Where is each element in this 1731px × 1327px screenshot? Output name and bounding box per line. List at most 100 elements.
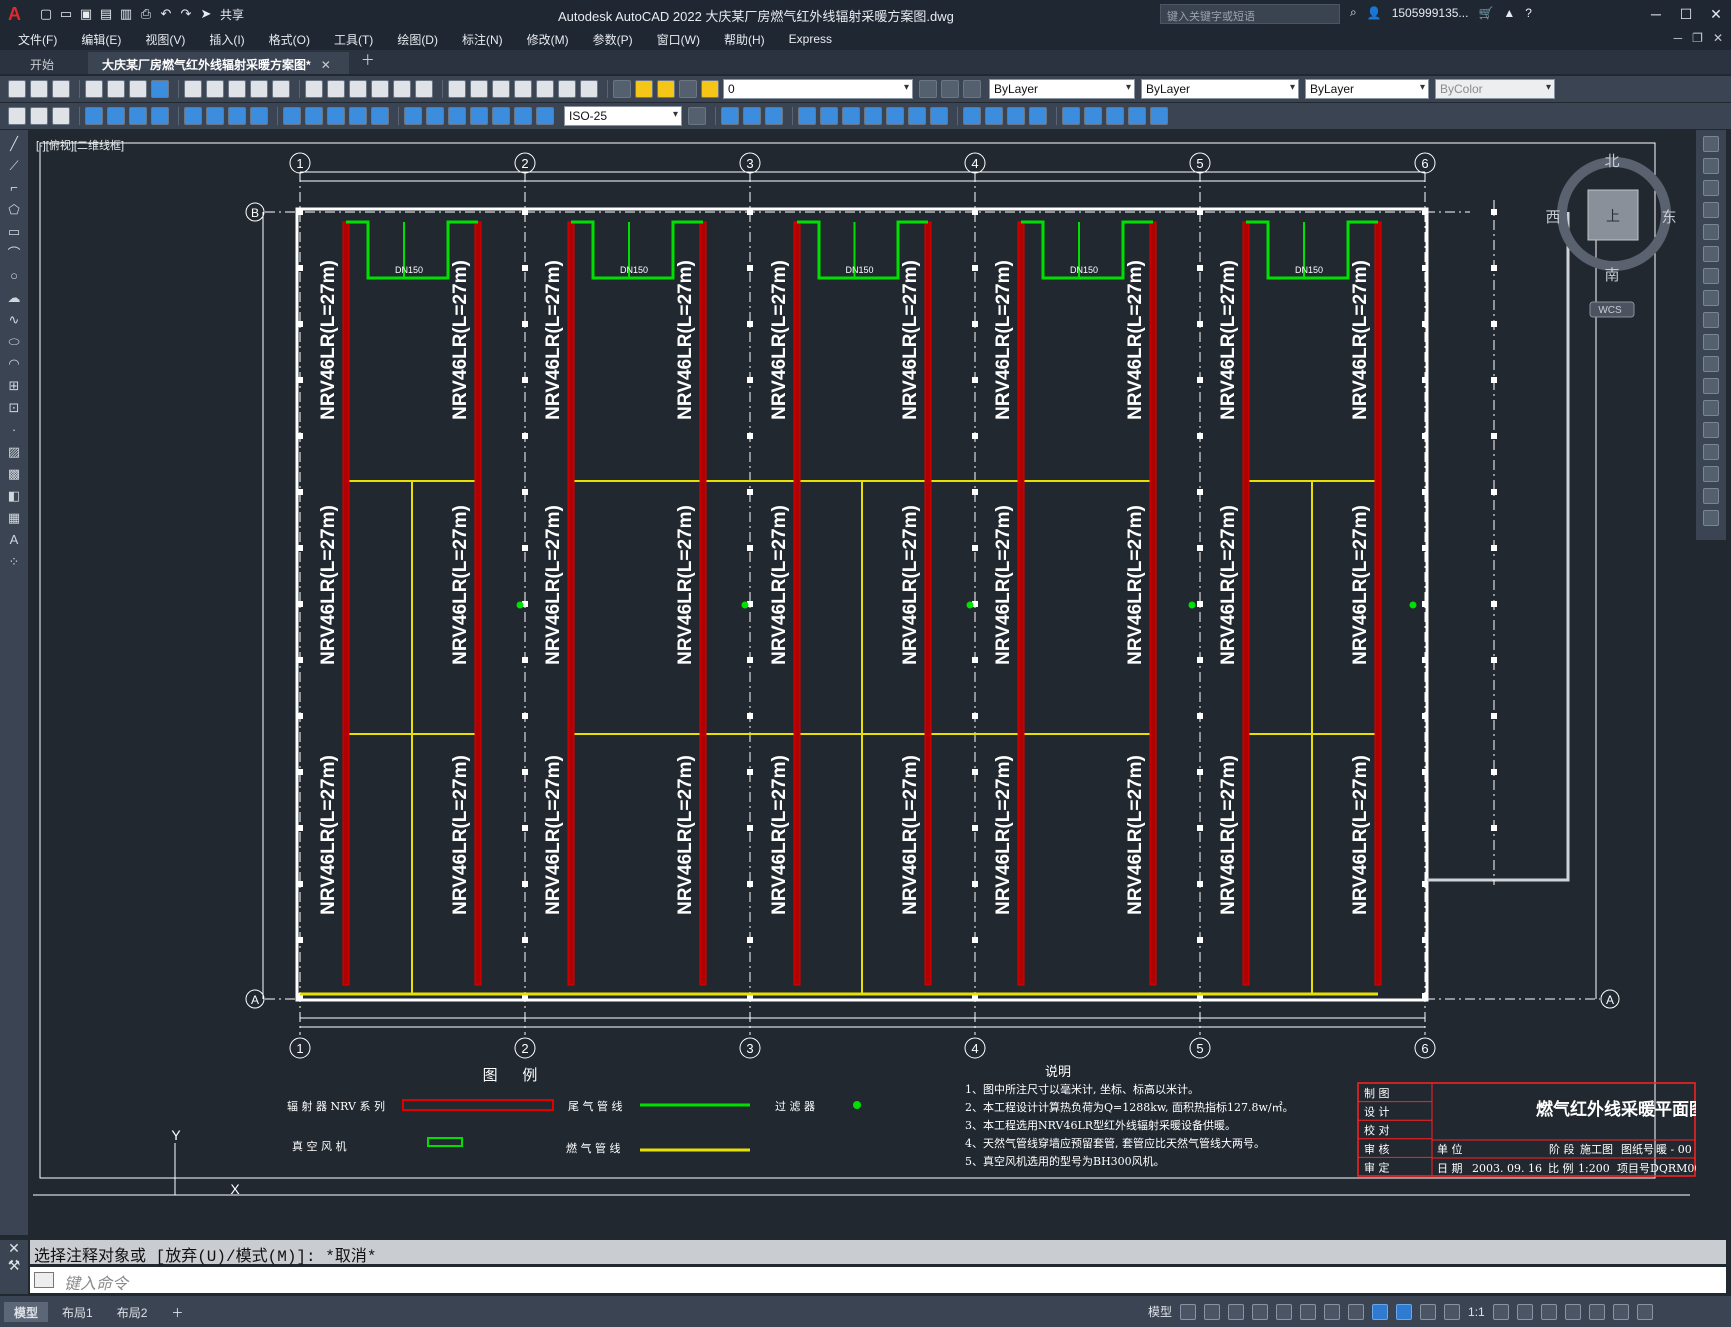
menu-tools[interactable]: 工具(T) xyxy=(334,31,373,48)
units-icon[interactable] xyxy=(1540,1303,1557,1320)
tab-layout2[interactable]: 布局2 xyxy=(107,1302,158,1322)
dim-break-icon[interactable] xyxy=(371,107,389,125)
drawing-svg[interactable]: 1 1 2 2 3 3 4 4 5 5 6 6 B A A NRV46LR(L=27m) NRV46LR(L=2… xyxy=(30,130,1696,1235)
dim-aligned-icon[interactable] xyxy=(107,107,125,125)
rotate-icon[interactable] xyxy=(1703,268,1719,284)
arc-icon[interactable]: ⌒ xyxy=(6,246,22,262)
preview-icon[interactable] xyxy=(107,80,125,98)
pan-icon[interactable] xyxy=(349,80,367,98)
command-customize-icon[interactable]: ⚒ xyxy=(0,1257,28,1274)
tab-drawing[interactable]: 大庆某厂房燃气红外线辐射采暖方案图* ✕ xyxy=(88,52,349,74)
open-icon[interactable]: ▭ xyxy=(58,6,74,22)
redo-tb-icon[interactable] xyxy=(327,80,345,98)
plot-icon[interactable] xyxy=(85,80,103,98)
modify-d-icon[interactable] xyxy=(798,107,816,125)
copy-icon[interactable] xyxy=(206,80,224,98)
tab-model[interactable]: 模型 xyxy=(4,1301,49,1322)
osnap-icon[interactable] xyxy=(1348,1303,1365,1320)
dim-linear-icon[interactable] xyxy=(85,107,103,125)
table-icon[interactable]: ▦ xyxy=(6,510,22,526)
revcloud-icon[interactable]: ☁ xyxy=(6,290,22,306)
redo-icon[interactable]: ↷ xyxy=(178,6,194,22)
menu-edit[interactable]: 编辑(E) xyxy=(81,31,121,48)
ellipse-arc-icon[interactable]: ◠ xyxy=(6,356,22,372)
annotation-visibility-icon[interactable] xyxy=(1396,1303,1413,1320)
menu-modify[interactable]: 修改(M) xyxy=(527,31,569,48)
dim-radius-icon[interactable] xyxy=(184,107,202,125)
doc-restore-icon[interactable]: ❐ xyxy=(1692,31,1703,45)
modify-r-icon[interactable] xyxy=(1128,107,1146,125)
add-layout-icon[interactable]: ＋ xyxy=(161,1302,193,1322)
modify-o-icon[interactable] xyxy=(1062,107,1080,125)
zoom-realtime-icon[interactable] xyxy=(371,80,389,98)
annotation-scale-icon[interactable] xyxy=(1444,1303,1461,1320)
lineweight-select[interactable]: ByLayer xyxy=(1305,79,1429,99)
save-file-icon[interactable] xyxy=(52,80,70,98)
fillet-icon[interactable] xyxy=(1703,466,1719,482)
explode-icon[interactable] xyxy=(1703,510,1719,526)
fullscreen-icon[interactable] xyxy=(1612,1303,1629,1320)
publish-icon[interactable]: ▥ xyxy=(118,6,134,22)
extend-icon[interactable] xyxy=(1703,356,1719,372)
command-close-icon[interactable]: ✕ xyxy=(0,1240,28,1257)
modify-k-icon[interactable] xyxy=(963,107,981,125)
modify-c-icon[interactable] xyxy=(765,107,783,125)
ellipse-icon[interactable]: ⬭ xyxy=(6,334,22,350)
dim-arc-icon[interactable] xyxy=(129,107,147,125)
lineweight-icon[interactable] xyxy=(1372,1303,1389,1320)
circle-icon[interactable]: ○ xyxy=(6,268,22,284)
app-logo[interactable]: A xyxy=(8,4,28,25)
modify-b-icon[interactable] xyxy=(743,107,761,125)
offset-icon[interactable] xyxy=(1703,202,1719,218)
chamfer-icon[interactable] xyxy=(1703,444,1719,460)
hatch-icon[interactable]: ▨ xyxy=(6,444,22,460)
infer-icon[interactable] xyxy=(1228,1303,1245,1320)
search-input[interactable]: 键入关键字或短语 xyxy=(1160,4,1340,24)
annotation-monitor-icon[interactable] xyxy=(1516,1303,1533,1320)
polyline-icon[interactable]: ⌐ xyxy=(6,180,22,196)
save-icon[interactable]: ▣ xyxy=(78,6,94,22)
quick-dim-icon[interactable] xyxy=(283,107,301,125)
cart-icon[interactable]: 🛒 xyxy=(1478,6,1493,20)
spline-icon[interactable]: ∿ xyxy=(6,312,22,328)
dim-baseline-icon[interactable] xyxy=(305,107,323,125)
construction-line-icon[interactable]: ⟋ xyxy=(6,158,22,174)
layer-on-icon[interactable] xyxy=(635,80,653,98)
line-icon[interactable]: ╱ xyxy=(6,136,22,152)
layer-viewport-icon[interactable] xyxy=(679,80,697,98)
insert-block-icon[interactable]: ⊞ xyxy=(6,378,22,394)
drawing-canvas[interactable]: 1 1 2 2 3 3 4 4 5 5 6 6 B A A NRV46LR(L=27m) NRV46LR(L=2… xyxy=(30,130,1696,1235)
zoom-previous-icon[interactable] xyxy=(415,80,433,98)
modify-l-icon[interactable] xyxy=(985,107,1003,125)
auto-scale-icon[interactable] xyxy=(1420,1303,1437,1320)
doc-minimize-icon[interactable]: ─ xyxy=(1674,31,1683,45)
help-button[interactable]: ? xyxy=(1525,6,1532,20)
share-icon[interactable]: ➤ xyxy=(198,6,214,22)
paste-icon[interactable] xyxy=(228,80,246,98)
maximize-icon[interactable]: ☐ xyxy=(1671,0,1701,28)
zoom-window-icon[interactable] xyxy=(393,80,411,98)
quick-properties-icon[interactable] xyxy=(1564,1303,1581,1320)
array-icon[interactable] xyxy=(1703,224,1719,240)
menu-window[interactable]: 窗口(W) xyxy=(657,31,700,48)
menu-help[interactable]: 帮助(H) xyxy=(724,31,765,48)
tool-a-icon[interactable] xyxy=(8,107,26,125)
tab-layout1[interactable]: 布局1 xyxy=(52,1302,103,1322)
object-track-icon[interactable] xyxy=(1324,1303,1341,1320)
dim-space-icon[interactable] xyxy=(349,107,367,125)
add-selected-icon[interactable]: ⁘ xyxy=(6,554,22,570)
tool-b-icon[interactable] xyxy=(30,107,48,125)
dim-edit-icon[interactable] xyxy=(492,107,510,125)
erase-icon[interactable] xyxy=(1703,136,1719,152)
modify-h-icon[interactable] xyxy=(886,107,904,125)
menu-parametric[interactable]: 参数(P) xyxy=(593,31,633,48)
menu-dimension[interactable]: 标注(N) xyxy=(462,31,503,48)
dim-update-icon[interactable] xyxy=(536,107,554,125)
recent-commands-icon[interactable] xyxy=(34,1272,54,1288)
design-center-icon[interactable] xyxy=(470,80,488,98)
help-tb-icon[interactable] xyxy=(580,80,598,98)
blend-icon[interactable] xyxy=(1703,488,1719,504)
modify-p-icon[interactable] xyxy=(1084,107,1102,125)
tool-c-icon[interactable] xyxy=(52,107,70,125)
inspection-icon[interactable] xyxy=(448,107,466,125)
